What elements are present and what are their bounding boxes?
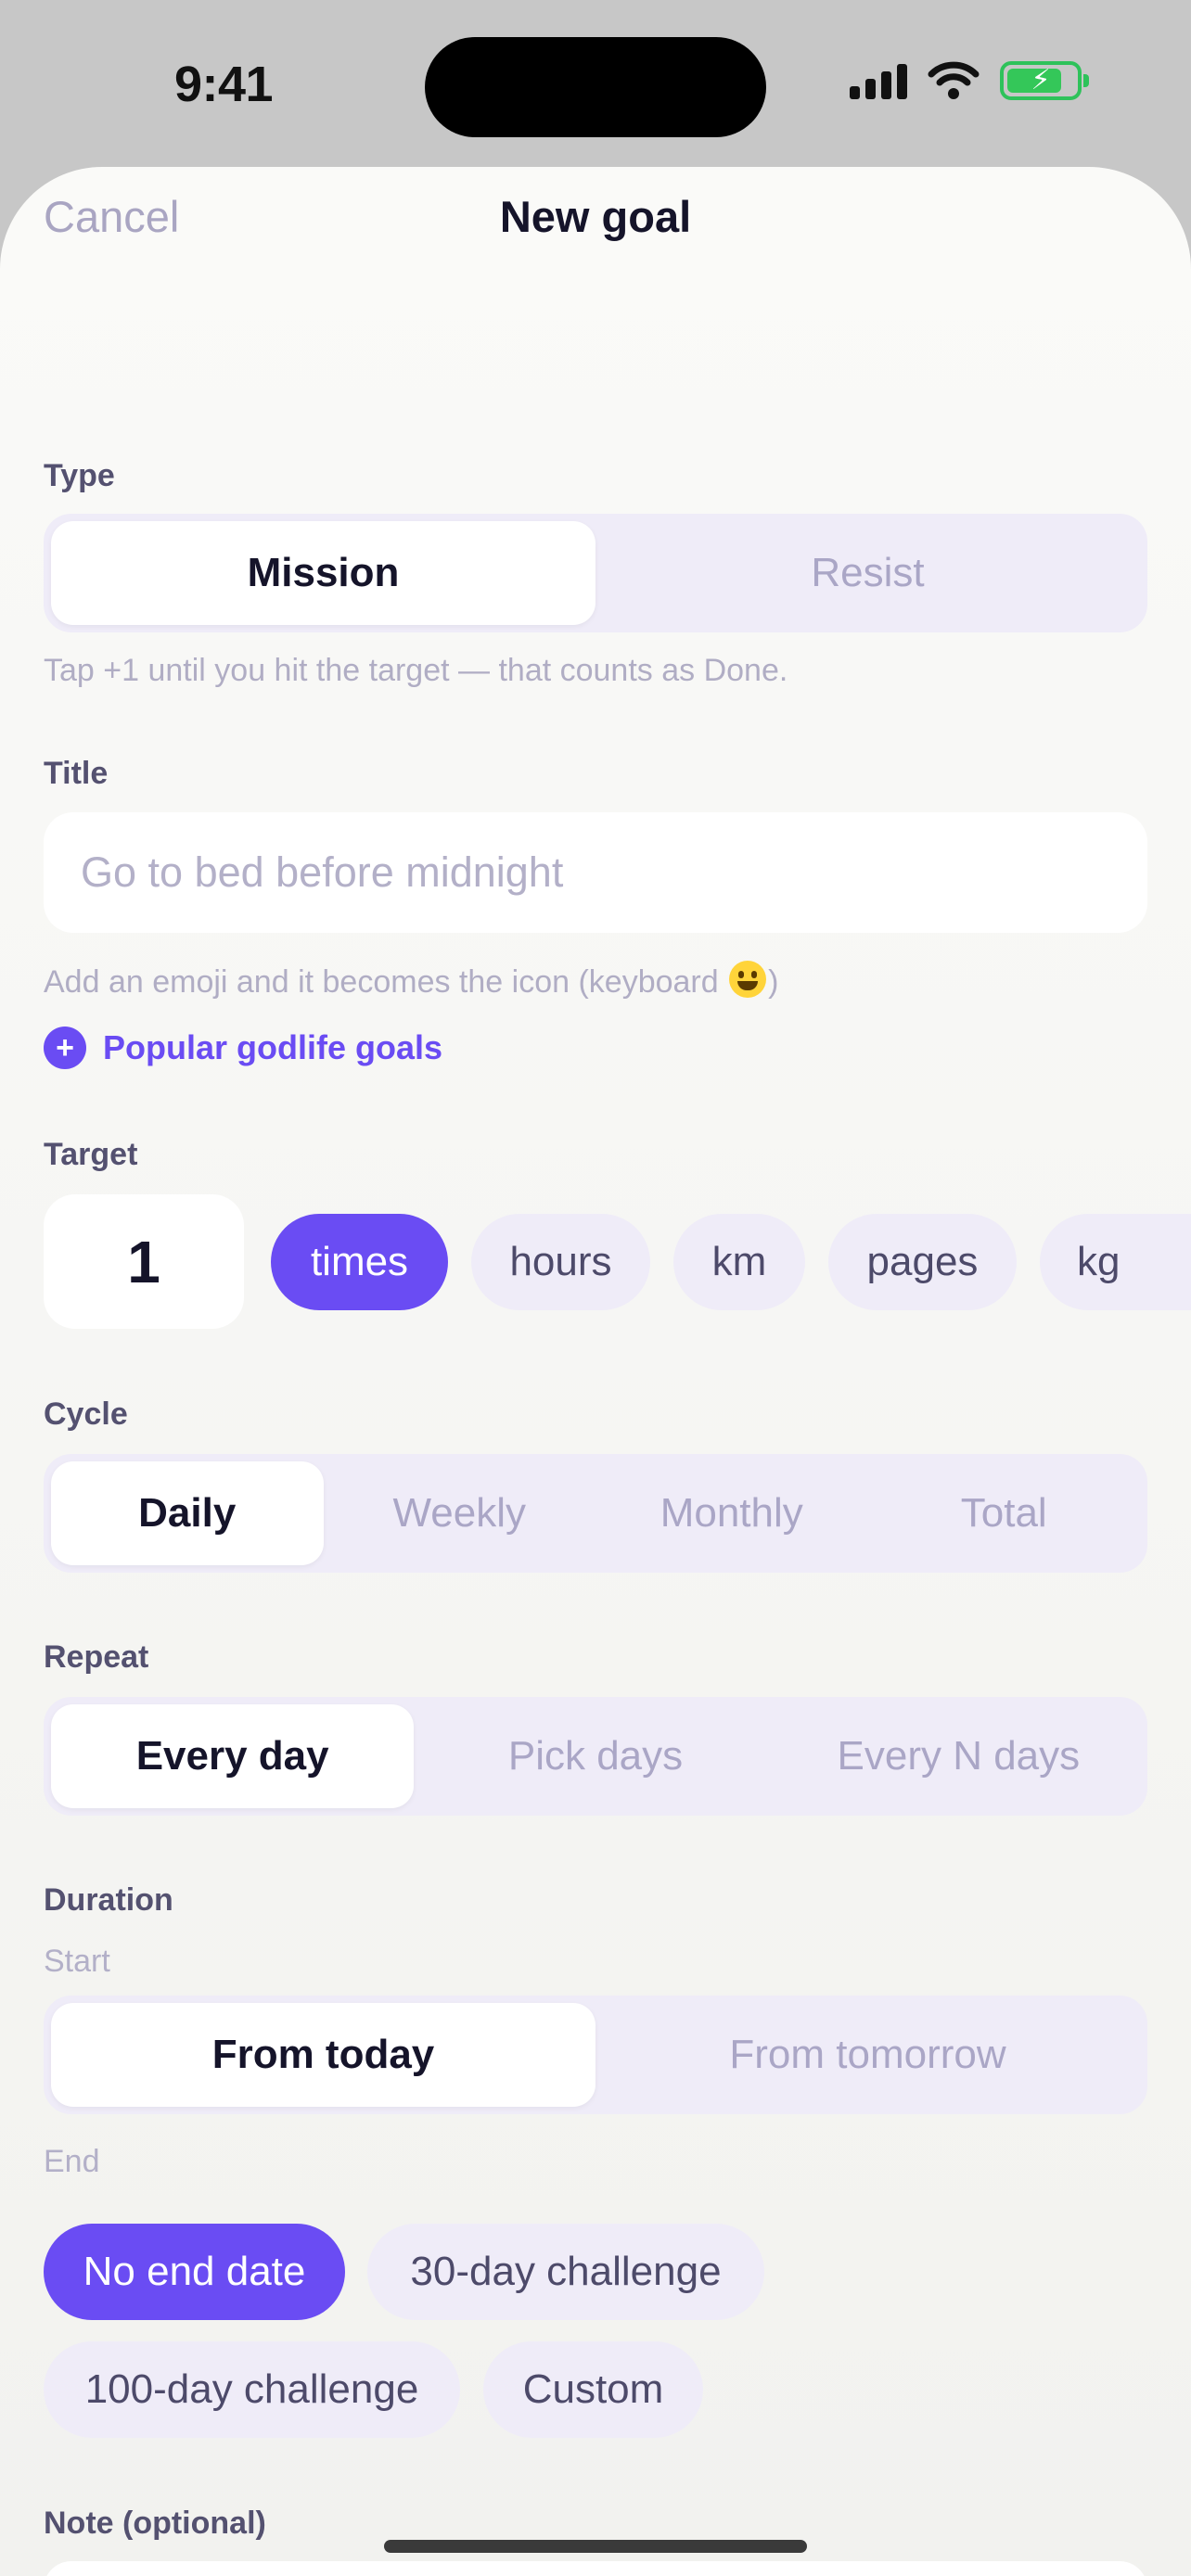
start-segmented-control: From today From tomorrow: [44, 1996, 1147, 2114]
cycle-option-daily[interactable]: Daily: [51, 1461, 324, 1565]
start-option-today[interactable]: From today: [51, 2003, 596, 2107]
popular-goals-label: Popular godlife goals: [103, 1028, 443, 1066]
target-value-field[interactable]: 1: [44, 1194, 244, 1329]
title-hint-text: Add an emoji and it becomes the icon (ke…: [44, 964, 728, 1000]
type-segmented-control: Mission Resist: [44, 514, 1147, 632]
repeat-label: Repeat: [44, 1639, 149, 1675]
grinning-emoji-icon: [729, 961, 767, 998]
start-option-tomorrow[interactable]: From tomorrow: [596, 2003, 1140, 2107]
wifi-icon: [928, 61, 980, 99]
repeat-segmented-control: Every day Pick days Every N days: [44, 1697, 1147, 1816]
status-icons: ⚡: [850, 61, 1089, 100]
title-label: Title: [44, 756, 109, 791]
popular-goals-link[interactable]: + Popular godlife goals: [44, 1027, 442, 1069]
note-input[interactable]: [44, 2561, 1147, 2576]
duration-label: Duration: [44, 1882, 173, 1918]
cycle-option-weekly[interactable]: Weekly: [324, 1461, 596, 1565]
page-title: New goal: [499, 192, 692, 241]
start-label: Start: [44, 1944, 110, 1979]
end-option-custom[interactable]: Custom: [483, 2341, 703, 2438]
end-option-100-day[interactable]: 100-day challenge: [44, 2341, 460, 2438]
unit-km[interactable]: km: [673, 1214, 805, 1310]
end-option-30-day[interactable]: 30-day challenge: [367, 2224, 764, 2320]
repeat-option-every-n-days[interactable]: Every N days: [777, 1704, 1140, 1808]
title-input[interactable]: [44, 812, 1147, 933]
title-hint-end: ): [768, 964, 779, 1000]
title-hint: Add an emoji and it becomes the icon (ke…: [44, 961, 778, 1001]
dynamic-island: [425, 37, 766, 137]
cycle-option-monthly[interactable]: Monthly: [596, 1461, 868, 1565]
end-option-no-end-date[interactable]: No end date: [44, 2224, 345, 2320]
unit-times[interactable]: times: [271, 1214, 448, 1310]
plus-icon: +: [44, 1027, 86, 1069]
repeat-option-every-day[interactable]: Every day: [51, 1704, 415, 1808]
type-option-mission[interactable]: Mission: [51, 521, 596, 625]
home-indicator: [384, 2540, 807, 2553]
repeat-option-pick-days[interactable]: Pick days: [414, 1704, 776, 1808]
type-label: Type: [44, 458, 115, 493]
note-label: Note (optional): [44, 2506, 266, 2541]
end-label: End: [44, 2144, 100, 2179]
cycle-label: Cycle: [44, 1396, 128, 1432]
type-option-resist[interactable]: Resist: [596, 521, 1140, 625]
unit-hours[interactable]: hours: [471, 1214, 650, 1310]
signal-icon: [850, 62, 907, 99]
cycle-option-total[interactable]: Total: [868, 1461, 1141, 1565]
status-time: 9:41: [174, 57, 274, 112]
target-label: Target: [44, 1137, 138, 1172]
unit-kg[interactable]: kg: [1040, 1214, 1191, 1310]
unit-pages[interactable]: pages: [828, 1214, 1017, 1310]
type-hint: Tap +1 until you hit the target — that c…: [44, 653, 788, 688]
battery-charging-icon: ⚡: [1000, 61, 1089, 100]
cycle-segmented-control: Daily Weekly Monthly Total: [44, 1454, 1147, 1573]
